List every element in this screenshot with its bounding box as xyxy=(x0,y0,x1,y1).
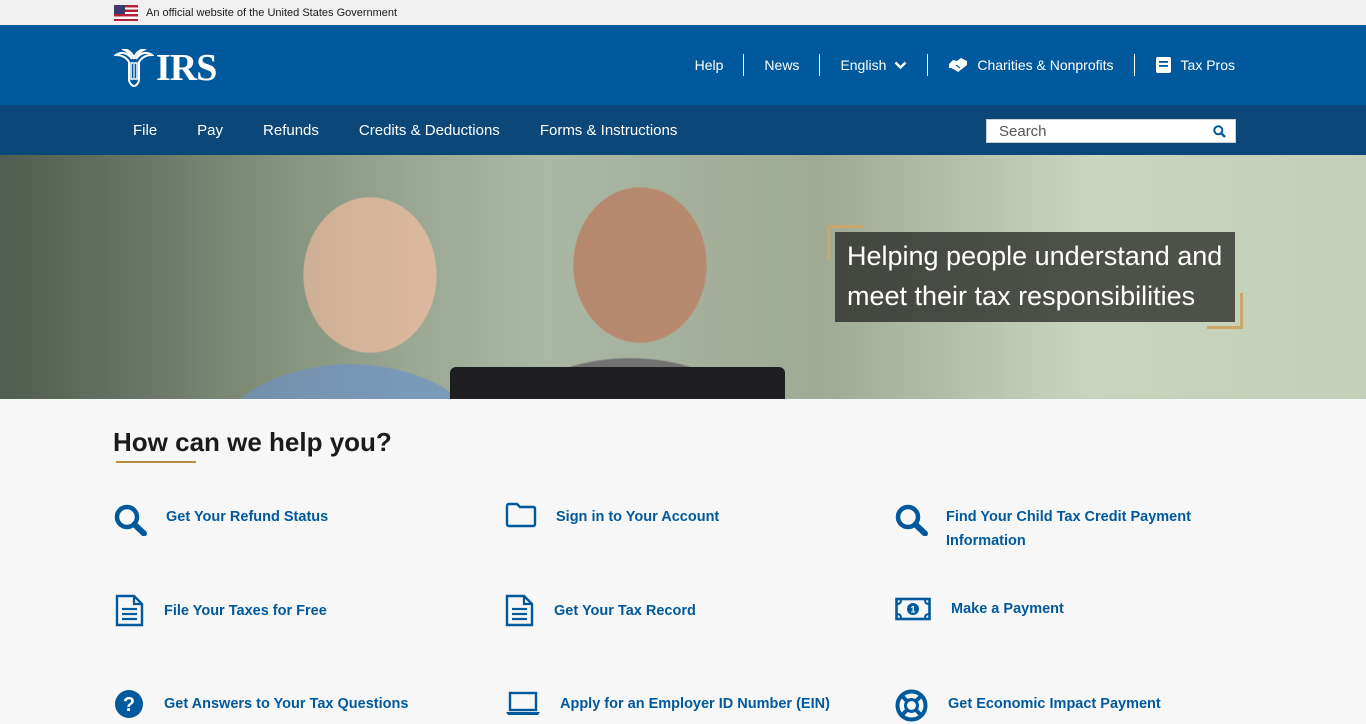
ein-label: Apply for an Employer ID Number (EIN) xyxy=(560,696,830,712)
economic-impact-payment-link[interactable]: Get Economic Impact Payment xyxy=(895,689,1161,722)
site-header: IRS Help News English Charities & Nonpro… xyxy=(0,25,1366,105)
help-title: How can we help you? xyxy=(113,427,392,457)
irs-logo[interactable]: IRS xyxy=(114,47,217,89)
main-navigation: File Pay Refunds Credits & Deductions Fo… xyxy=(0,105,1366,155)
logo-text: IRS xyxy=(156,47,217,89)
refund-status-link[interactable]: Get Your Refund Status xyxy=(114,504,328,536)
ein-link[interactable]: Apply for an Employer ID Number (EIN) xyxy=(505,691,830,717)
book-icon xyxy=(1155,56,1172,74)
sign-in-label: Sign in to Your Account xyxy=(556,509,720,525)
child-tax-credit-link[interactable]: Find Your Child Tax Credit Payment Infor… xyxy=(895,504,1215,553)
lifebuoy-icon xyxy=(895,689,948,722)
tax-record-label: Get Your Tax Record xyxy=(554,603,696,619)
handshake-icon xyxy=(948,57,968,73)
nav-file[interactable]: File xyxy=(113,122,177,139)
laptop-icon xyxy=(505,691,560,717)
document-icon xyxy=(505,594,554,627)
make-payment-link[interactable]: 1 Make a Payment xyxy=(895,597,1064,621)
sign-in-account-link[interactable]: Sign in to Your Account xyxy=(505,502,719,529)
nav-credits-deductions[interactable]: Credits & Deductions xyxy=(339,122,520,139)
tax-questions-link[interactable]: ? Get Answers to Your Tax Questions xyxy=(114,689,408,719)
language-selector-label: English xyxy=(840,57,887,73)
folder-icon xyxy=(505,502,556,528)
language-selector[interactable]: English xyxy=(819,54,927,76)
refund-status-label: Get Your Refund Status xyxy=(166,509,329,525)
charities-link-label: Charities & Nonprofits xyxy=(977,57,1114,73)
help-link-label: Help xyxy=(694,57,724,73)
tax-pros-link-label: Tax Pros xyxy=(1180,57,1235,73)
search-box xyxy=(986,119,1236,143)
help-section: How can we help you? Get Your Refund Sta… xyxy=(0,399,1366,724)
search-icon xyxy=(895,504,946,536)
chevron-down-icon xyxy=(894,61,907,70)
news-link[interactable]: News xyxy=(743,54,819,76)
nav-refunds[interactable]: Refunds xyxy=(243,122,339,139)
nav-pay[interactable]: Pay xyxy=(177,122,243,139)
utility-links: Help News English Charities & Nonprofits… xyxy=(675,25,1235,105)
hero-banner: Helping people understand and meet their… xyxy=(0,155,1366,399)
tax-pros-link[interactable]: Tax Pros xyxy=(1133,54,1235,76)
svg-text:?: ? xyxy=(123,694,135,716)
tax-record-link[interactable]: Get Your Tax Record xyxy=(505,594,696,627)
child-tax-credit-label: Find Your Child Tax Credit Payment Infor… xyxy=(946,509,1191,549)
file-taxes-free-link[interactable]: File Your Taxes for Free xyxy=(115,594,327,627)
nav-forms-instructions[interactable]: Forms & Instructions xyxy=(520,122,698,139)
eagle-logo-icon xyxy=(114,49,154,87)
search-icon xyxy=(114,504,166,536)
news-link-label: News xyxy=(764,57,800,73)
gov-banner: An official website of the United States… xyxy=(0,0,1366,25)
search-icon xyxy=(1212,124,1226,138)
hero-caption: Helping people understand and meet their… xyxy=(835,232,1235,322)
file-taxes-free-label: File Your Taxes for Free xyxy=(164,603,327,619)
charities-nonprofits-link[interactable]: Charities & Nonprofits xyxy=(927,54,1133,76)
gov-banner-text: An official website of the United States… xyxy=(146,6,398,19)
make-payment-label: Make a Payment xyxy=(951,601,1064,617)
svg-text:1: 1 xyxy=(910,605,915,615)
title-underline xyxy=(116,461,196,463)
question-icon: ? xyxy=(114,689,164,719)
document-icon xyxy=(115,594,164,627)
tax-questions-label: Get Answers to Your Tax Questions xyxy=(164,696,409,712)
hero-laptop-image xyxy=(450,367,785,399)
search-input[interactable] xyxy=(987,120,1203,142)
search-button[interactable] xyxy=(1203,120,1235,142)
money-icon: 1 xyxy=(895,597,951,621)
us-flag-icon xyxy=(114,4,138,21)
economic-impact-label: Get Economic Impact Payment xyxy=(948,696,1161,712)
help-link[interactable]: Help xyxy=(675,54,744,76)
